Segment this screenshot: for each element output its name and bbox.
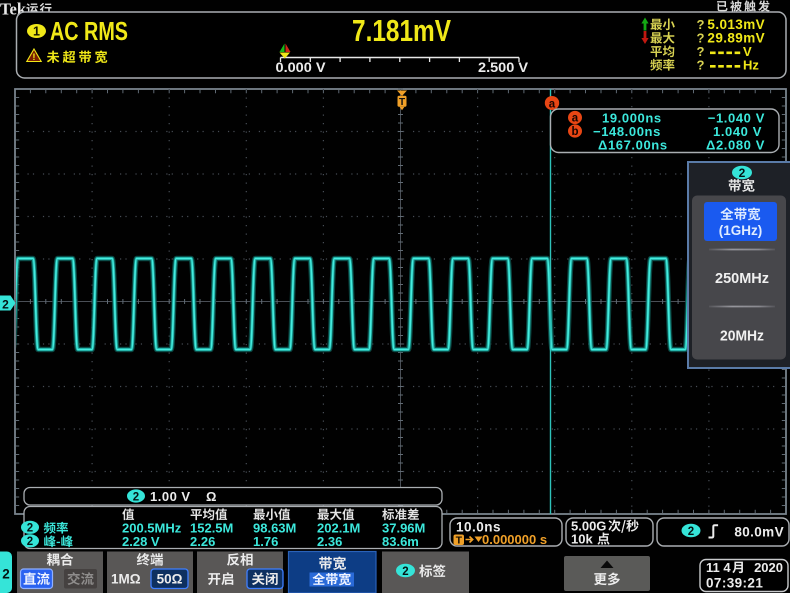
svg-text:250MHz: 250MHz [715, 271, 769, 287]
svg-text:1.00 V: 1.00 V [150, 489, 191, 504]
svg-text:2.28 V: 2.28 V [122, 534, 160, 549]
svg-text:AC RMS: AC RMS [50, 16, 128, 46]
svg-text:(1GHz): (1GHz) [719, 223, 763, 238]
svg-text:2.36: 2.36 [317, 534, 342, 549]
svg-text:T: T [399, 97, 405, 108]
svg-text:a: a [572, 113, 579, 125]
svg-text:20MHz: 20MHz [720, 329, 764, 345]
svg-text:0.000 V: 0.000 V [276, 59, 327, 75]
svg-text:50Ω: 50Ω [157, 572, 183, 587]
svg-text:2: 2 [27, 536, 33, 548]
svg-text:2: 2 [2, 297, 9, 311]
svg-text:11 4: 11 4 [706, 560, 731, 575]
svg-text:Ω: Ω [206, 489, 216, 504]
svg-text:2: 2 [2, 567, 10, 582]
svg-text:2: 2 [739, 166, 746, 180]
svg-text:2: 2 [688, 526, 694, 538]
svg-text:2: 2 [133, 491, 139, 503]
svg-text:b: b [571, 126, 578, 138]
svg-text:2: 2 [402, 566, 408, 578]
svg-text:2: 2 [27, 523, 33, 535]
svg-text:!: ! [32, 52, 35, 63]
svg-text:2.26: 2.26 [190, 534, 215, 549]
svg-text:Δ2.080 V: Δ2.080 V [706, 138, 765, 153]
svg-text:1.76: 1.76 [253, 534, 278, 549]
svg-text:7.181mV: 7.181mV [352, 13, 451, 48]
svg-text:T: T [456, 534, 463, 546]
svg-text:2020: 2020 [754, 560, 783, 575]
svg-text:a: a [549, 98, 556, 110]
svg-text:1MΩ: 1MΩ [111, 572, 141, 587]
svg-text:Hz: Hz [743, 58, 759, 73]
svg-text:83.6m: 83.6m [382, 534, 419, 549]
svg-text:1: 1 [33, 25, 40, 39]
svg-text:07:39:21: 07:39:21 [706, 576, 763, 591]
svg-text:10k: 10k [571, 532, 593, 547]
svg-text:Δ167.00ns: Δ167.00ns [598, 138, 668, 153]
svg-text:?: ? [697, 58, 705, 73]
svg-text:0.000000 s: 0.000000 s [482, 532, 547, 547]
svg-text:80.0mV: 80.0mV [734, 524, 784, 539]
svg-text:2.500 V: 2.500 V [478, 59, 529, 75]
svg-text:29.89mV: 29.89mV [707, 31, 765, 46]
